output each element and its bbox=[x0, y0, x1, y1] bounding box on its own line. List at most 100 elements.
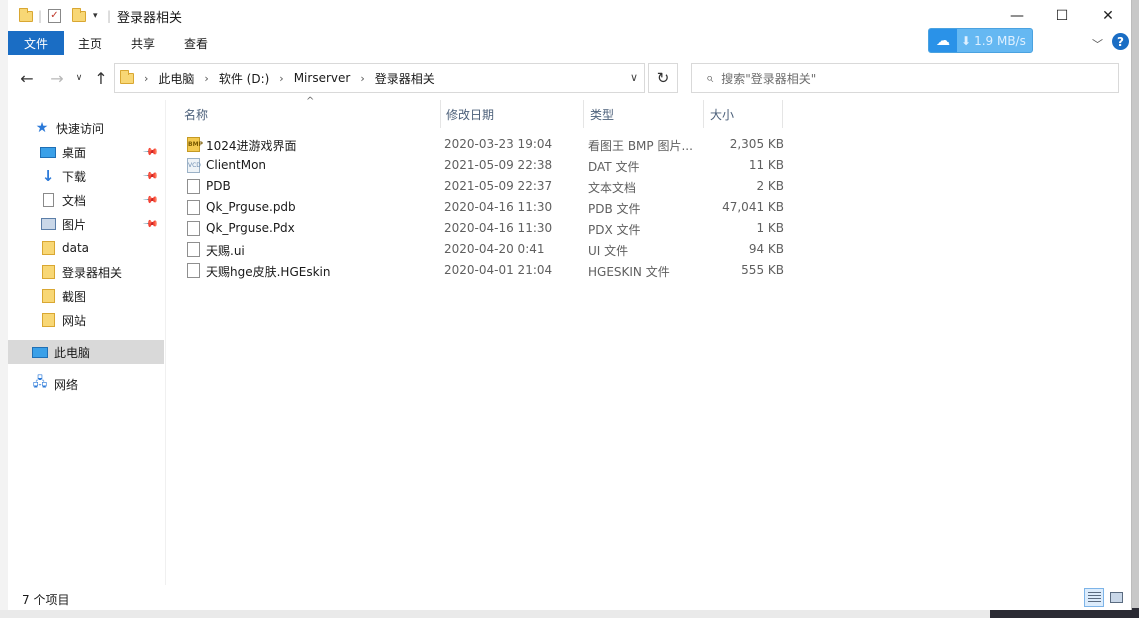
tab-home[interactable]: 主页 bbox=[66, 31, 114, 55]
file-row[interactable]: Qk_Prguse.pdb 2020-04-16 11:30 PDB 文件 47… bbox=[184, 197, 784, 218]
navigation-bar: ← → ∨ ↑ › 此电脑 › 软件 (D:) › Mirserver › 登录… bbox=[8, 56, 1131, 100]
tab-view[interactable]: 查看 bbox=[172, 31, 220, 55]
chevron-right-icon[interactable]: › bbox=[198, 72, 214, 85]
file-icon bbox=[187, 221, 200, 236]
help-icon[interactable]: ? bbox=[1112, 33, 1129, 50]
refresh-button[interactable]: ↻ bbox=[648, 63, 678, 93]
file-date: 2020-04-16 11:30 bbox=[444, 200, 553, 214]
large-icons-view-button[interactable] bbox=[1106, 588, 1126, 607]
nav-item-documents[interactable]: 文档 📌 bbox=[8, 188, 164, 212]
text-file-icon bbox=[187, 179, 200, 194]
chevron-right-icon[interactable]: › bbox=[273, 72, 289, 85]
computer-icon bbox=[32, 345, 48, 359]
search-input[interactable]: ⌕ 搜索"登录器相关" bbox=[691, 63, 1119, 93]
pin-icon[interactable]: 📌 bbox=[141, 192, 158, 209]
chevron-down-icon[interactable]: ∨ bbox=[630, 71, 638, 84]
download-arrow-icon: ⬇ bbox=[961, 33, 972, 48]
recent-locations-icon[interactable]: ∨ bbox=[68, 67, 90, 89]
column-header-type[interactable]: 类型 bbox=[584, 100, 703, 128]
toolbar-separator: | bbox=[38, 9, 43, 23]
nav-item-screenshots[interactable]: 截图 bbox=[8, 284, 164, 308]
search-placeholder: 搜索"登录器相关" bbox=[721, 71, 817, 86]
chevron-right-icon: › bbox=[144, 71, 149, 85]
file-date: 2020-03-23 19:04 bbox=[444, 137, 553, 151]
expand-ribbon-icon[interactable]: ﹀ bbox=[1092, 36, 1103, 52]
properties-icon[interactable]: ✓ bbox=[48, 6, 61, 26]
nav-label: 截图 bbox=[62, 289, 87, 304]
breadcrumb-drive-d[interactable]: 软件 (D:) bbox=[215, 70, 273, 87]
nav-item-desktop[interactable]: 桌面 📌 bbox=[8, 140, 164, 164]
maximize-button[interactable]: ☐ bbox=[1039, 0, 1085, 31]
network-icon: 🖧 bbox=[32, 375, 48, 390]
tab-share[interactable]: 共享 bbox=[119, 31, 167, 55]
forward-button[interactable]: → bbox=[46, 67, 68, 89]
file-list: ^ 名称 修改日期 类型 大小 BMP 1024进游戏界面 2020-03-23… bbox=[168, 96, 1132, 585]
nav-item-login-related[interactable]: 登录器相关 bbox=[8, 260, 164, 284]
new-folder-icon[interactable] bbox=[72, 6, 86, 26]
column-header-name[interactable]: 名称 bbox=[178, 100, 440, 128]
nav-label: 网络 bbox=[54, 377, 79, 392]
file-size: 47,041 KB bbox=[722, 200, 784, 214]
column-header-date[interactable]: 修改日期 bbox=[440, 100, 583, 128]
column-divider[interactable] bbox=[782, 100, 783, 128]
minimize-button[interactable]: — bbox=[994, 0, 1040, 31]
file-size: 2,305 KB bbox=[729, 137, 784, 151]
pin-icon[interactable]: 📌 bbox=[141, 216, 158, 233]
nav-item-website[interactable]: 网站 bbox=[8, 308, 164, 332]
tab-file[interactable]: 文件 bbox=[8, 31, 64, 55]
nav-label: 下载 bbox=[62, 169, 87, 184]
file-name: 1024进游戏界面 bbox=[206, 139, 297, 153]
nav-label: 此电脑 bbox=[54, 345, 91, 360]
up-button[interactable]: ↑ bbox=[90, 67, 112, 89]
chevron-right-icon[interactable]: › bbox=[354, 72, 370, 85]
file-date: 2021-05-09 22:38 bbox=[444, 158, 553, 172]
customize-toolbar-icon[interactable]: ▾ bbox=[93, 6, 98, 26]
close-button[interactable]: ✕ bbox=[1085, 0, 1131, 31]
nav-label: 文档 bbox=[62, 193, 87, 208]
nav-network[interactable]: 🖧 网络 bbox=[8, 372, 164, 396]
quick-access-folder-icon[interactable] bbox=[19, 6, 33, 26]
nav-item-data[interactable]: data bbox=[8, 236, 164, 260]
file-size: 94 KB bbox=[748, 242, 784, 256]
nav-quick-access[interactable]: ★ 快速访问 bbox=[8, 116, 164, 140]
pin-icon[interactable]: 📌 bbox=[141, 144, 158, 161]
folder-icon bbox=[120, 69, 134, 84]
download-speed-text: 1.9 MB/s bbox=[974, 33, 1026, 48]
back-button[interactable]: ← bbox=[16, 67, 38, 89]
nav-label: 快速访问 bbox=[56, 121, 105, 136]
address-bar[interactable]: › 此电脑 › 软件 (D:) › Mirserver › 登录器相关 ∨ bbox=[114, 63, 645, 93]
download-icon: ↓ bbox=[41, 167, 55, 185]
file-name: 天赐.ui bbox=[206, 244, 245, 258]
file-date: 2020-04-20 0:41 bbox=[444, 242, 545, 256]
breadcrumb-mirserver[interactable]: Mirserver bbox=[290, 71, 355, 85]
nav-item-downloads[interactable]: ↓ 下载 📌 bbox=[8, 164, 164, 188]
toolbar-separator: | bbox=[107, 9, 112, 23]
file-row[interactable]: BMP 1024进游戏界面 2020-03-23 19:04 看图王 BMP 图… bbox=[184, 134, 784, 155]
download-speed-widget[interactable]: ☁ ⬇ 1.9 MB/s bbox=[928, 28, 1033, 53]
file-icon bbox=[187, 263, 200, 278]
file-row[interactable]: 天赐.ui 2020-04-20 0:41 UI 文件 94 KB bbox=[184, 239, 784, 260]
details-view-button[interactable] bbox=[1084, 588, 1104, 607]
bmp-image-icon: BMP bbox=[187, 137, 203, 152]
file-name: PDB bbox=[206, 179, 231, 193]
file-row[interactable]: 天赐hge皮肤.HGEskin 2020-04-01 21:04 HGESKIN… bbox=[184, 260, 784, 281]
pin-icon[interactable]: 📌 bbox=[141, 168, 158, 185]
dat-file-icon: VCD bbox=[187, 158, 201, 173]
search-icon: ⌕ bbox=[706, 70, 714, 86]
nav-this-pc[interactable]: 此电脑 bbox=[8, 340, 164, 364]
document-icon bbox=[40, 193, 56, 207]
file-row[interactable]: VCD ClientMon 2021-05-09 22:38 DAT 文件 11… bbox=[184, 155, 784, 176]
item-count: 7 个项目 bbox=[22, 593, 70, 607]
breadcrumb-this-pc[interactable]: 此电脑 bbox=[154, 70, 198, 87]
file-type: DAT 文件 bbox=[588, 160, 640, 174]
nav-item-pictures[interactable]: 图片 📌 bbox=[8, 212, 164, 236]
file-icon bbox=[187, 200, 200, 215]
file-date: 2020-04-16 11:30 bbox=[444, 221, 553, 235]
file-row[interactable]: PDB 2021-05-09 22:37 文本文档 2 KB bbox=[184, 176, 784, 197]
file-row[interactable]: Qk_Prguse.Pdx 2020-04-16 11:30 PDX 文件 1 … bbox=[184, 218, 784, 239]
column-header-size[interactable]: 大小 bbox=[704, 100, 782, 128]
details-view-icon bbox=[1087, 592, 1101, 603]
folder-icon bbox=[40, 289, 56, 303]
file-name: Qk_Prguse.Pdx bbox=[206, 221, 295, 235]
breadcrumb-current[interactable]: 登录器相关 bbox=[371, 70, 439, 87]
